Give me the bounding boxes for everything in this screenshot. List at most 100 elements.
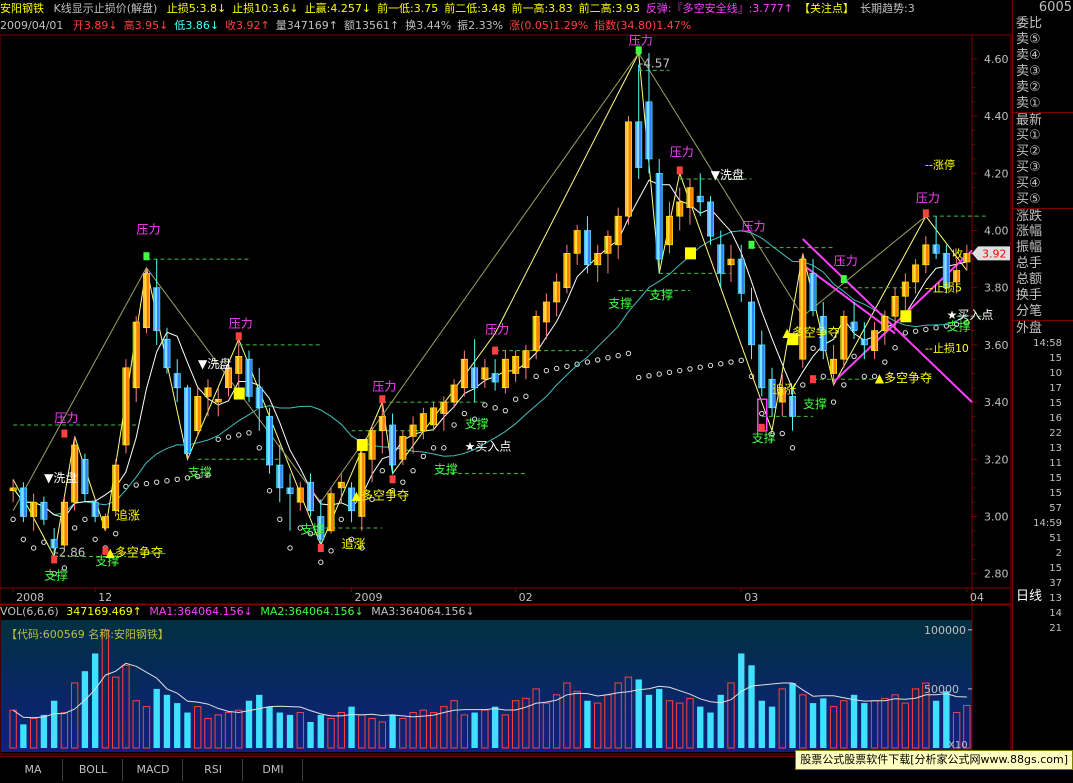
watermark-banner[interactable]: 股票公式股票软件下载[分析家公式网www.88gs.com]: [795, 750, 1073, 770]
stop-label: --涨停: [925, 158, 955, 172]
volume-bar: [20, 724, 27, 748]
chart-annotation: 压力: [485, 322, 509, 336]
candle-body-highlight: [933, 244, 937, 254]
safety-dot: [10, 516, 16, 523]
volume-bar: [850, 694, 858, 748]
candle-body-highlight: [728, 259, 732, 265]
volume-bar: [91, 653, 99, 748]
safety-dot: [923, 326, 929, 333]
safety-dot: [20, 536, 27, 543]
safety-dot: [328, 548, 334, 554]
stock-code[interactable]: 6005: [1013, 0, 1073, 16]
candle-body-highlight: [164, 339, 168, 368]
candle-body-highlight: [657, 173, 660, 260]
tick-time-5: 16: [1049, 413, 1062, 424]
safety-dot: [502, 407, 509, 414]
quote-field-17[interactable]: 换手: [1013, 288, 1073, 304]
tick-time-7: 13: [1049, 443, 1062, 454]
chart-annotation: 支撑: [434, 462, 458, 477]
volume-bar: [738, 653, 745, 748]
quote-field-11[interactable]: 买⑤: [1013, 192, 1073, 208]
quote-field-2[interactable]: 卖④: [1013, 48, 1073, 64]
chart-annotation: 压力: [916, 191, 940, 205]
stock-code-label: 【代码:600569 名称:安阳钢铁】: [6, 628, 169, 641]
safety-dot: [707, 362, 714, 369]
volume-bar: [40, 714, 48, 748]
safety-dot: [451, 422, 457, 428]
chart-annotation: 支撑: [803, 396, 827, 411]
price-chart[interactable]: 4.60 4.40 4.20 4.00 3.80 3.60 3.40 3.20 3.00 2.80…: [0, 0, 1012, 756]
volume-bar: [758, 700, 765, 748]
header2-item-2: 低3.86↓: [174, 19, 220, 32]
header2-item-1: 高3.95↓: [123, 19, 169, 32]
chart-annotation: 压力: [136, 222, 160, 236]
candle-body-highlight: [800, 259, 803, 360]
safety-dot: [564, 363, 570, 370]
quote-field-1[interactable]: 卖⑤: [1013, 32, 1073, 48]
candle-body-highlight: [616, 216, 619, 245]
tab-dmi[interactable]: DMI: [244, 759, 303, 781]
tab-rsi[interactable]: RSI: [184, 759, 243, 781]
candle-body-highlight: [564, 253, 567, 288]
signal-marker: [317, 543, 324, 552]
safety-dot: [236, 432, 242, 438]
quote-field-8[interactable]: 买②: [1013, 144, 1073, 160]
chart-annotation: ▲多空争夺: [352, 488, 409, 502]
candle-body-highlight: [759, 344, 763, 388]
tick-time-1: 15: [1049, 353, 1062, 364]
tab-macd[interactable]: MACD: [124, 759, 183, 781]
signal-marker: [379, 395, 386, 404]
quote-field-3[interactable]: 卖③: [1013, 64, 1073, 80]
tab-ma[interactable]: MA: [4, 759, 63, 781]
safety-dot: [892, 345, 898, 351]
volume-bar: [174, 703, 181, 748]
quote-field-4[interactable]: 卖②: [1013, 80, 1073, 96]
tick-time-8: 11: [1049, 458, 1062, 469]
quote-field-19[interactable]: 外盘: [1013, 320, 1073, 336]
quote-field-10[interactable]: 买④: [1013, 176, 1073, 192]
indicator-name: K线显示止损价(解盘): [53, 2, 158, 15]
safety-dot: [512, 396, 519, 402]
key-point-box: [900, 310, 912, 323]
indicator-header: 安阳钢铁 K线显示止损价(解盘) 止损5:3.8↓ 止损10:3.6↓ 止赢:4.2…: [0, 0, 1010, 18]
quote-field-18[interactable]: 分笔: [1013, 304, 1073, 320]
quote-field-9[interactable]: 买③: [1013, 160, 1073, 176]
quote-field-7[interactable]: 买①: [1013, 128, 1073, 144]
candle-body-highlight: [872, 330, 875, 351]
chart-annotation: 压力: [629, 34, 653, 48]
volume-bar: [645, 694, 653, 748]
safety-dot: [410, 468, 416, 474]
chart-annotation: 压力: [834, 254, 858, 268]
date-tab[interactable]: 日线: [1013, 589, 1073, 605]
candle-body-highlight: [851, 322, 855, 331]
safety-dot: [902, 330, 909, 336]
price-tick-label: 2.80: [984, 568, 1009, 581]
chart-annotation: ▼洗盘: [44, 470, 77, 485]
safety-dot: [430, 445, 437, 451]
candle-body-highlight: [831, 359, 834, 374]
chart-annotation: 压力: [372, 380, 396, 394]
safety-dot: [461, 410, 468, 417]
quote-field-6[interactable]: 最新: [1013, 112, 1073, 128]
quote-field-0[interactable]: 委比: [1013, 16, 1073, 32]
safety-dot: [246, 430, 252, 436]
volume-bar: [307, 722, 314, 748]
key-point-box: [684, 247, 696, 260]
candle-body-highlight: [154, 287, 158, 331]
candle-body-highlight: [328, 493, 332, 531]
candle-body-highlight: [472, 367, 475, 388]
tick-time-3: 17: [1049, 383, 1062, 394]
vol-ma2: MA2:364064.156↓: [260, 605, 364, 618]
quote-field-15[interactable]: 总手: [1013, 256, 1073, 272]
tick-time-9: 15: [1049, 473, 1062, 484]
quote-field-5[interactable]: 卖①: [1013, 96, 1073, 112]
tab-boll[interactable]: BOLL: [64, 759, 123, 781]
candle-body-highlight: [10, 487, 14, 491]
quote-field-14[interactable]: 振幅: [1013, 240, 1073, 256]
candle-body-highlight: [790, 396, 793, 417]
signal-marker: [235, 332, 242, 341]
quote-field-16[interactable]: 总额: [1013, 272, 1073, 288]
header1-item-4: 前二低:3.48: [444, 2, 506, 15]
quote-field-13[interactable]: 涨幅: [1013, 224, 1073, 240]
quote-field-12[interactable]: 涨跌: [1013, 208, 1073, 224]
